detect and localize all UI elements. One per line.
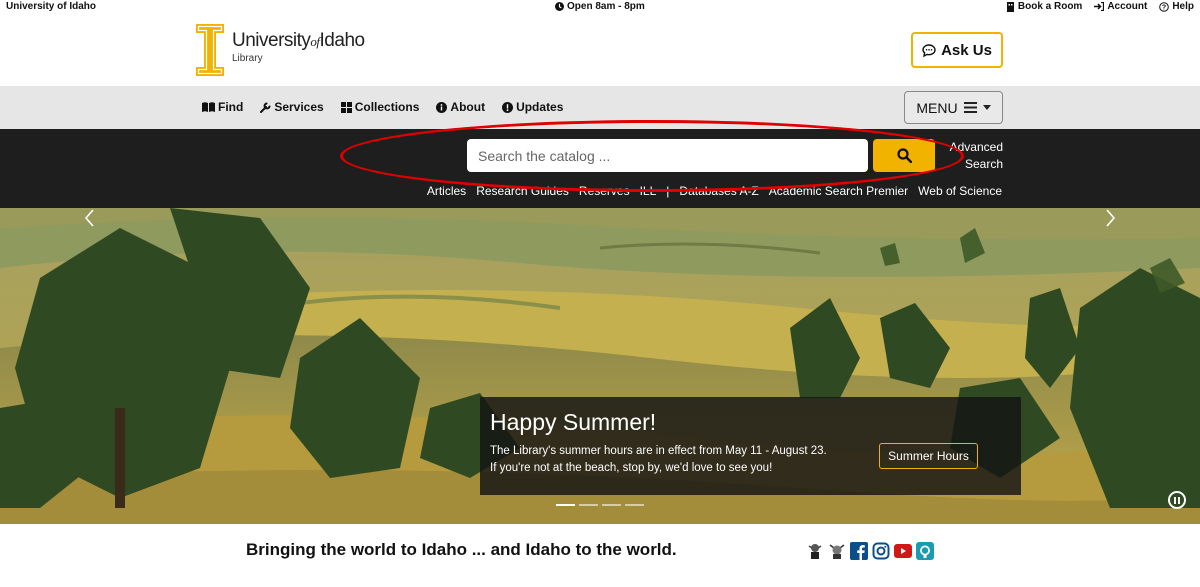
search-section: Advanced Search Articles Research Guides… [0, 129, 1200, 208]
nav-item-about[interactable]: About [436, 100, 485, 114]
utility-links: Book a Room Account ? Help [1006, 1, 1194, 12]
advanced-search-link[interactable]: Advanced Search [940, 139, 1003, 173]
idaho-i-logo-icon [196, 24, 224, 76]
ask-us-button[interactable]: Ask Us [911, 32, 1003, 68]
book-room-label: Book a Room [1017, 1, 1083, 12]
chat-bubble-icon [922, 43, 936, 57]
nav-item-find[interactable]: Find [202, 100, 243, 114]
hamburger-icon [963, 102, 977, 113]
carousel-prev-arrow-icon[interactable] [82, 208, 98, 228]
mascot-icon[interactable] [806, 542, 824, 560]
carousel-next-arrow-icon[interactable] [1102, 208, 1118, 228]
library-logo[interactable]: UniversityofIdaho Library [196, 24, 365, 76]
logo-title: UniversityofIdaho [232, 30, 365, 51]
quicklink-ill[interactable]: ILL [640, 184, 657, 198]
alert-circle-icon [502, 101, 514, 113]
joe-vandal-icon[interactable] [828, 542, 846, 560]
nav-collections-label: Collections [354, 100, 420, 114]
carousel-indicator-2[interactable] [579, 504, 598, 506]
grid-icon [340, 101, 352, 113]
pause-icon-bar-left [1174, 496, 1176, 504]
account-label: Account [1107, 1, 1148, 12]
wrench-icon [260, 102, 271, 113]
hours-status[interactable]: Open 8am - 8pm [555, 1, 645, 12]
nav-find-label: Find [218, 100, 244, 114]
youtube-icon[interactable] [894, 542, 912, 560]
carousel-pause-button[interactable] [1168, 491, 1186, 509]
hours-text: Open 8am - 8pm [567, 1, 645, 12]
caption-title: Happy Summer! [490, 409, 657, 435]
quicklink-research-guides[interactable]: Research Guides [476, 184, 569, 198]
advanced-label-2: Search [964, 157, 1003, 171]
quicklink-reserves[interactable]: Reserves [579, 184, 630, 198]
logo-wordmark: UniversityofIdaho Library [232, 30, 365, 64]
quicklink-articles[interactable]: Articles [427, 184, 466, 198]
svg-text:?: ? [1162, 4, 1166, 11]
site-header: UniversityofIdaho Library Ask Us [0, 14, 1200, 86]
carousel-caption: Happy Summer! The Library's summer hours… [480, 397, 1021, 495]
tagline: Bringing the world to Idaho ... and Idah… [246, 540, 677, 559]
quicklink-academic-search[interactable]: Academic Search Premier [769, 184, 908, 198]
nav-items: Find Services Collections About Updates [202, 100, 563, 114]
social-links [806, 542, 934, 560]
facebook-icon[interactable] [850, 542, 868, 560]
clock-icon [555, 2, 564, 11]
nav-item-services[interactable]: Services [260, 100, 324, 114]
help-link[interactable]: ? Help [1159, 1, 1194, 12]
help-label: Help [1172, 1, 1194, 12]
quicklink-databases[interactable]: Databases A-Z [679, 184, 758, 198]
book-open-icon [202, 102, 215, 112]
nav-updates-label: Updates [516, 100, 564, 114]
nav-item-updates[interactable]: Updates [502, 100, 563, 114]
utility-bar: University of Idaho Open 8am - 8pm Book … [0, 0, 1200, 14]
caret-down-icon [982, 105, 991, 110]
logo-subtitle: Library [232, 53, 263, 64]
nav-services-label: Services [274, 100, 324, 114]
search-icon [896, 148, 912, 163]
github-icon[interactable] [916, 542, 934, 560]
building-icon [1006, 1, 1014, 12]
info-icon [436, 101, 448, 113]
search-button[interactable] [873, 139, 935, 172]
nav-item-collections[interactable]: Collections [340, 100, 420, 114]
carousel-indicator-3[interactable] [602, 504, 621, 506]
quick-links: Articles Research Guides Reserves ILL | … [427, 184, 1002, 198]
carousel-indicator-4[interactable] [625, 504, 644, 506]
instagram-icon[interactable] [872, 542, 890, 560]
hero-carousel: Happy Summer! The Library's summer hours… [0, 208, 1200, 524]
menu-dropdown-button[interactable]: MENU [904, 91, 1003, 124]
quicklink-separator: | [666, 184, 670, 198]
book-room-link[interactable]: Book a Room [1006, 1, 1082, 12]
catalog-search-input[interactable] [467, 139, 868, 172]
advanced-label-1: Advanced [949, 140, 1003, 154]
carousel-indicators [556, 504, 644, 506]
menu-label: MENU [916, 99, 958, 116]
summer-hours-button[interactable]: Summer Hours [879, 443, 978, 469]
pause-icon-bar-right [1178, 496, 1180, 504]
carousel-indicator-1[interactable] [556, 504, 575, 506]
ask-us-label: Ask Us [941, 41, 992, 59]
account-link[interactable]: Account [1094, 1, 1147, 12]
main-nav: Find Services Collections About Updates … [0, 86, 1200, 129]
sign-in-icon [1094, 2, 1105, 11]
quicklink-web-of-science[interactable]: Web of Science [918, 184, 1002, 198]
nav-about-label: About [450, 100, 486, 114]
university-link[interactable]: University of Idaho [6, 1, 96, 12]
caption-text: The Library's summer hours are in effect… [490, 445, 827, 474]
help-icon: ? [1159, 1, 1170, 12]
